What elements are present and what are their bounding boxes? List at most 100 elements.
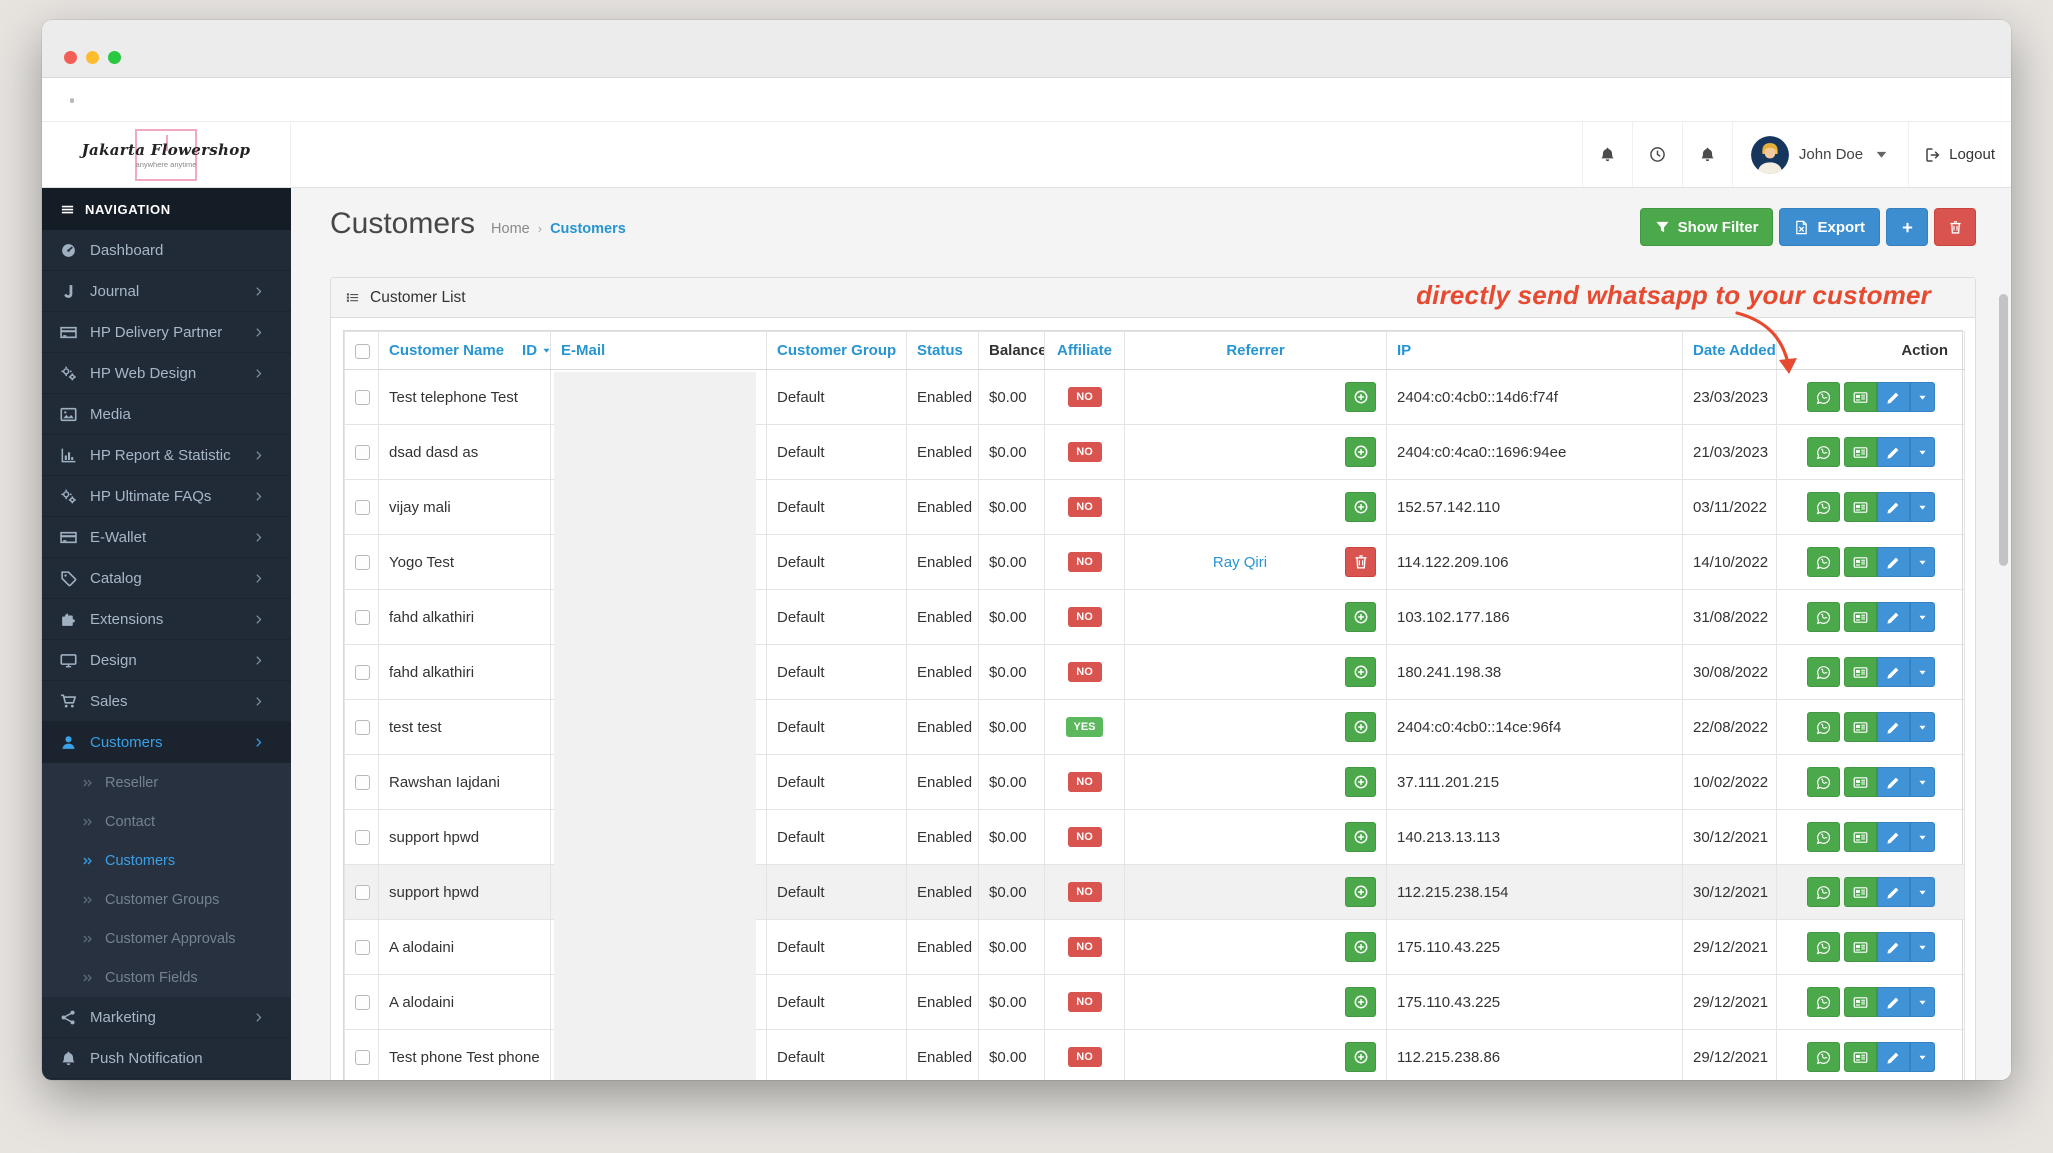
delete-button[interactable] [1934, 208, 1976, 246]
sidebar-item-dashboard[interactable]: Dashboard [42, 230, 291, 271]
whatsapp-button[interactable] [1806, 382, 1840, 412]
edit-button[interactable] [1876, 767, 1910, 797]
edit-button[interactable] [1876, 822, 1910, 852]
logout-button[interactable]: Logout [1908, 122, 2011, 187]
sidebar-item-design[interactable]: Design [42, 640, 291, 681]
whatsapp-button[interactable] [1806, 987, 1840, 1017]
sidebar-item-journal[interactable]: Journal [42, 271, 291, 312]
breadcrumb-home[interactable]: Home [491, 221, 530, 237]
add-referrer-button[interactable] [1345, 1042, 1376, 1072]
header-ip[interactable]: IP [1386, 331, 1683, 370]
sort-id[interactable]: ID [522, 342, 550, 359]
card-button[interactable] [1843, 932, 1877, 962]
add-referrer-button[interactable] [1345, 877, 1376, 907]
whatsapp-button[interactable] [1806, 657, 1840, 687]
add-customer-button[interactable] [1886, 208, 1928, 246]
brand-logo[interactable]: Jakarta Flowershop anywhere anytime [42, 122, 291, 187]
row-checkbox[interactable] [355, 720, 370, 736]
card-button[interactable] [1843, 602, 1877, 632]
sidebar-item-extensions[interactable]: Extensions [42, 599, 291, 640]
sidebar-item-media[interactable]: Media [42, 394, 291, 435]
export-button[interactable]: Export [1779, 208, 1880, 246]
card-button[interactable] [1843, 767, 1877, 797]
sidebar-item-hp-delivery-partner[interactable]: HP Delivery Partner [42, 312, 291, 353]
card-button[interactable] [1843, 822, 1877, 852]
sidebar-item-catalog[interactable]: Catalog [42, 558, 291, 599]
sidebar-subitem-reseller[interactable]: Reseller [42, 763, 291, 802]
header-date-added[interactable]: Date Added [1682, 331, 1777, 370]
row-checkbox[interactable] [355, 885, 370, 901]
row-checkbox[interactable] [355, 940, 370, 956]
add-referrer-button[interactable] [1345, 822, 1376, 852]
add-referrer-button[interactable] [1345, 492, 1376, 522]
dropdown-button[interactable] [1909, 1042, 1935, 1072]
row-checkbox[interactable] [355, 445, 370, 461]
row-checkbox[interactable] [355, 390, 370, 406]
card-button[interactable] [1843, 987, 1877, 1017]
zoom-window-button[interactable] [108, 51, 121, 64]
dropdown-button[interactable] [1909, 382, 1935, 412]
close-window-button[interactable] [64, 51, 77, 64]
edit-button[interactable] [1876, 492, 1910, 522]
row-checkbox[interactable] [355, 610, 370, 626]
edit-button[interactable] [1876, 987, 1910, 1017]
sidebar-subitem-customer-groups[interactable]: Customer Groups [42, 880, 291, 919]
card-button[interactable] [1843, 547, 1877, 577]
select-all-checkbox[interactable] [355, 343, 370, 359]
add-referrer-button[interactable] [1345, 767, 1376, 797]
card-button[interactable] [1843, 437, 1877, 467]
row-checkbox[interactable] [355, 1050, 370, 1066]
referrer-link[interactable]: Ray Qiri [1135, 554, 1345, 571]
whatsapp-button[interactable] [1806, 877, 1840, 907]
edit-button[interactable] [1876, 547, 1910, 577]
edit-button[interactable] [1876, 932, 1910, 962]
sidebar-item-push-notification[interactable]: Push Notification [42, 1038, 291, 1079]
whatsapp-button[interactable] [1806, 932, 1840, 962]
sidebar-subitem-customer-approvals[interactable]: Customer Approvals [42, 919, 291, 958]
dropdown-button[interactable] [1909, 987, 1935, 1017]
dropdown-button[interactable] [1909, 547, 1935, 577]
dropdown-button[interactable] [1909, 932, 1935, 962]
whatsapp-button[interactable] [1806, 767, 1840, 797]
dropdown-button[interactable] [1909, 767, 1935, 797]
row-checkbox[interactable] [355, 665, 370, 681]
whatsapp-button[interactable] [1806, 712, 1840, 742]
row-checkbox[interactable] [355, 555, 370, 571]
sidebar-item-sales[interactable]: Sales [42, 681, 291, 722]
whatsapp-button[interactable] [1806, 492, 1840, 522]
sidebar-subitem-custom-fields[interactable]: Custom Fields [42, 958, 291, 997]
row-checkbox[interactable] [355, 775, 370, 791]
sidebar-item-hp-ultimate-faqs[interactable]: HP Ultimate FAQs [42, 476, 291, 517]
edit-button[interactable] [1876, 877, 1910, 907]
add-referrer-button[interactable] [1345, 712, 1376, 742]
add-referrer-button[interactable] [1345, 382, 1376, 412]
edit-button[interactable] [1876, 382, 1910, 412]
row-checkbox[interactable] [355, 995, 370, 1011]
dropdown-button[interactable] [1909, 877, 1935, 907]
topbar-bell-button-2[interactable] [1681, 122, 1732, 187]
add-referrer-button[interactable] [1345, 932, 1376, 962]
header-customer-group[interactable]: Customer Group [766, 331, 907, 370]
card-button[interactable] [1843, 382, 1877, 412]
dropdown-button[interactable] [1909, 492, 1935, 522]
scrollbar-thumb[interactable] [1999, 294, 2008, 566]
card-button[interactable] [1843, 877, 1877, 907]
sidebar-item-customers[interactable]: Customers [42, 722, 291, 763]
whatsapp-button[interactable] [1806, 602, 1840, 632]
card-button[interactable] [1843, 657, 1877, 687]
edit-button[interactable] [1876, 657, 1910, 687]
dropdown-button[interactable] [1909, 712, 1935, 742]
header-status[interactable]: Status [906, 331, 979, 370]
user-menu[interactable]: John Doe [1731, 122, 1908, 187]
row-checkbox[interactable] [355, 830, 370, 846]
show-filter-button[interactable]: Show Filter [1639, 208, 1774, 246]
dropdown-button[interactable] [1909, 657, 1935, 687]
add-referrer-button[interactable] [1345, 602, 1376, 632]
card-button[interactable] [1843, 712, 1877, 742]
whatsapp-button[interactable] [1806, 822, 1840, 852]
topbar-bell-button-0[interactable] [1581, 122, 1632, 187]
dropdown-button[interactable] [1909, 602, 1935, 632]
edit-button[interactable] [1876, 1042, 1910, 1072]
whatsapp-button[interactable] [1806, 547, 1840, 577]
add-referrer-button[interactable] [1345, 437, 1376, 467]
